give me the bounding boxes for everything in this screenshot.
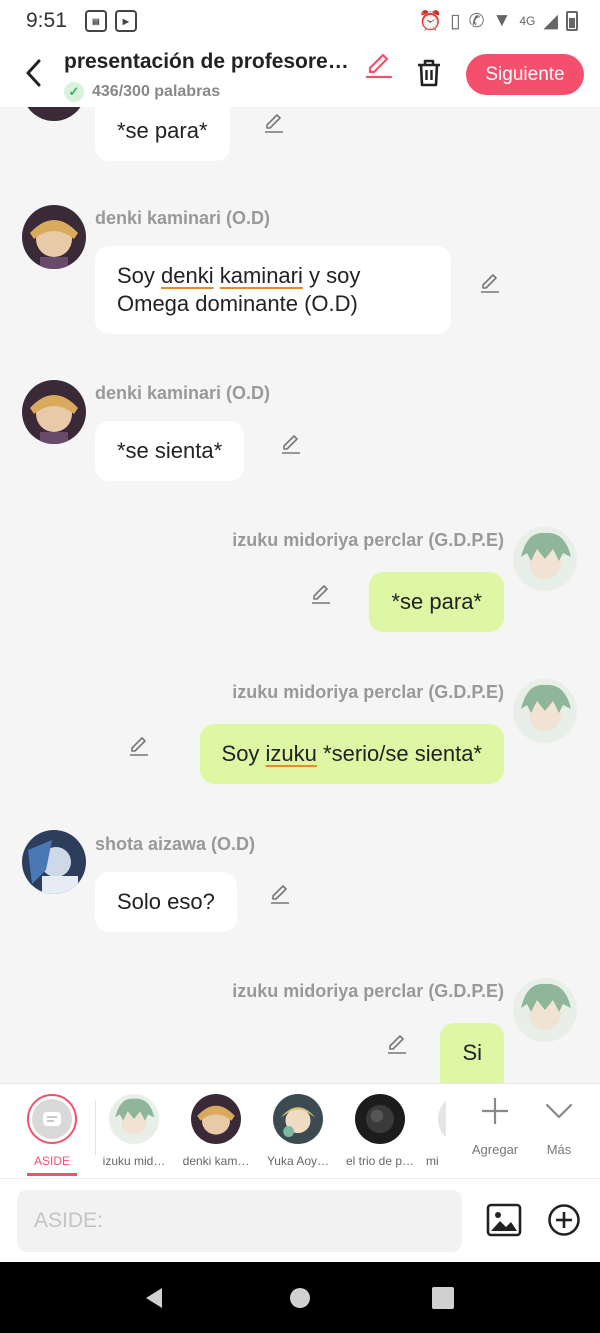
status-bar: 9:51 ▤ ▶ ⏰ ▯ ✆ ▼ 4G ◢	[0, 0, 600, 42]
edit-message-icon[interactable]	[279, 432, 303, 456]
character-label: Yuka Aoy…	[266, 1154, 330, 1168]
sender-name: shota aizawa (O.D)	[95, 834, 256, 854]
network-type: 4G	[519, 14, 536, 28]
nav-recents-icon[interactable]	[432, 1287, 454, 1309]
next-button[interactable]: Siguiente	[466, 54, 584, 95]
trio-avatar	[355, 1094, 405, 1144]
message-bubble[interactable]: Solo eso?	[95, 872, 237, 932]
character-denki[interactable]: denki kam…	[176, 1094, 256, 1168]
plus-icon	[465, 1096, 525, 1132]
add-label: Agregar	[471, 1142, 519, 1157]
sender-name: denki kaminari (O.D)	[95, 383, 271, 403]
message-bubble[interactable]: *se para*	[95, 107, 230, 161]
signal-icon: ◢	[543, 10, 558, 32]
system-nav-bar	[0, 1262, 600, 1333]
character-label: ASIDE	[33, 1154, 70, 1168]
message-bubble[interactable]: Si	[440, 1023, 504, 1083]
plus-circle-icon[interactable]	[547, 1203, 581, 1237]
more-label: Más	[546, 1142, 572, 1157]
sender-name: izuku midoriya perclar (G.D.P.E)	[232, 530, 504, 550]
nav-home-icon[interactable]	[290, 1288, 310, 1308]
yuka-avatar	[273, 1094, 323, 1144]
story-title[interactable]: presentación de profesores de la escuela…	[64, 50, 356, 74]
character-label: mi	[426, 1154, 439, 1168]
image-icon[interactable]	[486, 1203, 522, 1237]
message-text: *se para*	[391, 589, 482, 614]
edit-message-icon[interactable]	[385, 1032, 409, 1056]
chat-bubble-icon	[43, 1112, 61, 1126]
edit-message-icon[interactable]	[262, 111, 286, 135]
izuku-avatar[interactable]	[513, 978, 577, 1042]
status-time: 9:51	[26, 9, 67, 32]
denki-avatar[interactable]	[22, 107, 86, 121]
selected-indicator	[27, 1173, 77, 1176]
vibrate-icon: ▯	[450, 10, 461, 32]
sender-name: izuku midoriya perclar (G.D.P.E)	[232, 981, 504, 1001]
denki-avatar	[191, 1094, 241, 1144]
character-trio[interactable]: el trio de p…	[340, 1094, 420, 1168]
news-app-icon: ▤	[84, 10, 107, 32]
status-icons: ⏰ ▯ ✆ ▼ 4G ◢	[418, 9, 578, 33]
chat-area[interactable]: *se para* denki kaminari (O.D) Soy denki…	[0, 107, 600, 1083]
message-text: Solo eso?	[117, 889, 215, 914]
back-arrow-icon[interactable]	[20, 58, 46, 88]
aizawa-avatar[interactable]	[22, 830, 86, 894]
message-bubble[interactable]: Soy izuku *serio/se sienta*	[199, 724, 504, 784]
character-label: izuku mid…	[102, 1154, 166, 1168]
message-text: *se para*	[117, 118, 208, 143]
denki-avatar[interactable]	[22, 380, 86, 444]
sender-name: izuku midoriya perclar (G.D.P.E)	[232, 682, 504, 702]
izuku-avatar[interactable]	[513, 527, 577, 591]
battery-icon	[566, 11, 578, 31]
message-text: Soy izuku *serio/se sienta*	[221, 741, 482, 766]
wifi-icon: ▼	[492, 10, 512, 31]
message-text: *se sienta*	[117, 438, 223, 463]
message-text: Soy denki kaminari y soy Omega dominante…	[117, 263, 361, 316]
edit-message-icon[interactable]	[127, 734, 151, 758]
add-character-button[interactable]: Agregar	[465, 1096, 525, 1157]
message-bubble[interactable]: *se para*	[369, 572, 504, 632]
story-header: presentación de profesores de la escuela…	[0, 42, 600, 107]
input-bar	[0, 1178, 600, 1262]
play-app-icon: ▶	[114, 10, 137, 32]
trash-icon[interactable]	[414, 56, 444, 88]
character-label: el trio de p…	[345, 1154, 415, 1168]
chevron-down-icon	[533, 1096, 585, 1132]
edit-title-icon[interactable]	[364, 50, 394, 80]
edit-message-icon[interactable]	[268, 882, 292, 906]
izuku-avatar	[109, 1094, 159, 1144]
character-yuka[interactable]: Yuka Aoy…	[258, 1094, 338, 1168]
word-count-text: 436/300 palabras	[92, 83, 221, 100]
message-bubble[interactable]: Soy denki kaminari y soy Omega dominante…	[95, 246, 451, 334]
character-bar: ASIDE izuku mid… denki kam… Yuka Aoy… el…	[0, 1083, 600, 1178]
partial-avatar	[438, 1094, 446, 1144]
wifi-call-icon: ✆	[468, 10, 485, 32]
edit-message-icon[interactable]	[309, 582, 333, 606]
character-izuku[interactable]: izuku mid…	[94, 1094, 174, 1168]
message-input[interactable]	[17, 1190, 462, 1252]
denki-avatar[interactable]	[22, 205, 86, 269]
nav-back-icon[interactable]	[142, 1286, 166, 1310]
character-aside[interactable]: ASIDE	[12, 1094, 92, 1168]
alarm-icon: ⏰	[418, 11, 443, 32]
character-label: denki kam…	[182, 1154, 250, 1168]
izuku-avatar[interactable]	[513, 679, 577, 743]
character-partial[interactable]: mi	[412, 1094, 446, 1168]
aside-avatar	[27, 1094, 77, 1144]
more-button[interactable]: Más	[533, 1096, 585, 1157]
message-text: Si	[462, 1040, 482, 1065]
word-count: ✓ 436/300 palabras	[64, 82, 220, 102]
check-icon: ✓	[64, 82, 84, 102]
message-bubble[interactable]: *se sienta*	[95, 421, 245, 481]
sender-name: denki kaminari (O.D)	[95, 208, 271, 228]
edit-message-icon[interactable]	[478, 271, 502, 295]
